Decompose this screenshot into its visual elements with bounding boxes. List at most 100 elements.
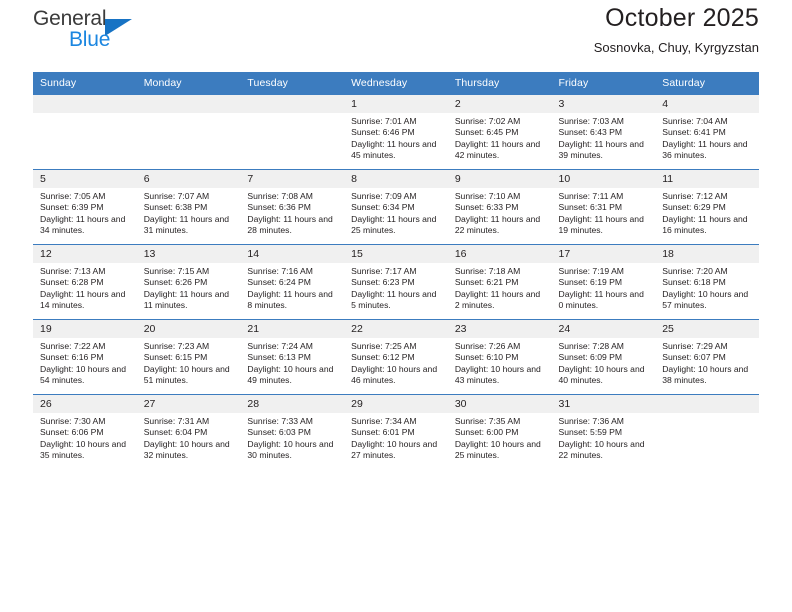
day-sun-info: Sunrise: 7:07 AM Sunset: 6:38 PM Daylight:… — [137, 188, 241, 237]
daylight-text: Daylight: 11 hours and 11 minutes. — [143, 288, 230, 311]
sunset-text: Sunset: 6:28 PM — [40, 277, 104, 288]
day-number: 22 — [344, 320, 448, 338]
day-cell-content — [240, 95, 345, 169]
day-number: 11 — [655, 170, 759, 188]
sunrise-text: Sunrise: 7:19 AM — [558, 266, 624, 276]
sunset-text: Sunset: 6:10 PM — [454, 352, 519, 363]
daylight-text: Daylight: 10 hours and 51 minutes. — [143, 363, 230, 386]
weekday-header-wednesday: Wednesday — [344, 72, 448, 95]
calendar-day-cell[interactable]: 26 Sunrise: 7:30 AM Sunset: 6:06 PM Dayligh… — [33, 394, 137, 469]
calendar-day-cell[interactable]: 25 Sunrise: 7:29 AM Sunset: 6:07 PM Dayligh… — [655, 319, 759, 395]
calendar-day-cell[interactable]: 16 Sunrise: 7:18 AM Sunset: 6:21 PM Dayligh… — [447, 244, 552, 320]
calendar-day-cell[interactable]: 17 Sunrise: 7:19 AM Sunset: 6:19 PM Dayligh… — [551, 244, 656, 320]
day-cell-content: 2 Sunrise: 7:02 AM Sunset: 6:45 PM Daylight… — [447, 95, 552, 169]
calendar-day-cell[interactable]: 21 Sunrise: 7:24 AM Sunset: 6:13 PM Dayligh… — [240, 319, 345, 395]
general-blue-logo[interactable]: General Blue — [33, 7, 173, 59]
day-cell-content: 30 Sunrise: 7:35 AM Sunset: 6:00 PM Dayligh… — [447, 395, 552, 469]
day-cell-content — [655, 395, 759, 469]
calendar-day-cell[interactable]: 1 Sunrise: 7:01 AM Sunset: 6:46 PM Daylight… — [344, 94, 448, 170]
day-sun-info: Sunrise: 7:11 AM Sunset: 6:31 PM Daylight:… — [552, 188, 656, 237]
sunrise-text: Sunrise: 7:11 AM — [558, 191, 624, 201]
calendar-day-cell[interactable]: 18 Sunrise: 7:20 AM Sunset: 6:18 PM Dayligh… — [655, 244, 759, 320]
sunset-text: Sunset: 6:16 PM — [40, 352, 104, 363]
calendar-day-cell[interactable]: 5 Sunrise: 7:05 AM Sunset: 6:39 PM Daylight… — [33, 169, 137, 245]
day-cell-content: 21 Sunrise: 7:24 AM Sunset: 6:13 PM Dayligh… — [240, 320, 345, 394]
day-cell-content: 27 Sunrise: 7:31 AM Sunset: 6:04 PM Dayligh… — [136, 395, 241, 469]
day-cell-content: 7 Sunrise: 7:08 AM Sunset: 6:36 PM Daylight… — [240, 170, 345, 244]
calendar-day-cell[interactable]: 11 Sunrise: 7:12 AM Sunset: 6:29 PM Dayligh… — [655, 169, 759, 245]
daylight-text: Daylight: 11 hours and 34 minutes. — [40, 213, 126, 236]
day-sun-info: Sunrise: 7:15 AM Sunset: 6:26 PM Daylight:… — [137, 263, 241, 312]
day-number: 7 — [240, 170, 345, 188]
day-cell-content: 11 Sunrise: 7:12 AM Sunset: 6:29 PM Dayligh… — [655, 170, 759, 244]
calendar-day-cell[interactable]: 15 Sunrise: 7:17 AM Sunset: 6:23 PM Dayligh… — [344, 244, 448, 320]
day-sun-info: Sunrise: 7:02 AM Sunset: 6:45 PM Daylight:… — [448, 113, 552, 162]
daylight-text: Daylight: 11 hours and 28 minutes. — [247, 213, 333, 236]
calendar-body: 1 Sunrise: 7:01 AM Sunset: 6:46 PM Daylight… — [33, 94, 759, 469]
calendar-day-cell[interactable]: 6 Sunrise: 7:07 AM Sunset: 6:38 PM Daylight… — [136, 169, 241, 245]
daylight-text: Daylight: 11 hours and 25 minutes. — [351, 213, 437, 236]
daylight-text: Daylight: 11 hours and 42 minutes. — [454, 138, 541, 161]
day-cell-content: 10 Sunrise: 7:11 AM Sunset: 6:31 PM Dayligh… — [551, 170, 656, 244]
sunrise-text: Sunrise: 7:07 AM — [143, 191, 210, 201]
calendar-day-cell[interactable]: 2 Sunrise: 7:02 AM Sunset: 6:45 PM Daylight… — [447, 94, 552, 170]
calendar-day-cell[interactable]: 19 Sunrise: 7:22 AM Sunset: 6:16 PM Dayligh… — [33, 319, 137, 395]
day-sun-info: Sunrise: 7:19 AM Sunset: 6:19 PM Daylight:… — [552, 263, 656, 312]
daylight-text: Daylight: 10 hours and 40 minutes. — [558, 363, 645, 386]
calendar-day-cell[interactable]: 14 Sunrise: 7:16 AM Sunset: 6:24 PM Dayligh… — [240, 244, 345, 320]
sunrise-text: Sunrise: 7:18 AM — [454, 266, 521, 276]
calendar-day-cell[interactable]: 10 Sunrise: 7:11 AM Sunset: 6:31 PM Dayligh… — [551, 169, 656, 245]
day-sun-info: Sunrise: 7:17 AM Sunset: 6:23 PM Daylight:… — [344, 263, 448, 312]
sunrise-text: Sunrise: 7:25 AM — [351, 341, 417, 351]
day-cell-content: 4 Sunrise: 7:04 AM Sunset: 6:41 PM Daylight… — [655, 95, 759, 169]
day-cell-content: 9 Sunrise: 7:10 AM Sunset: 6:33 PM Daylight… — [447, 170, 552, 244]
calendar-day-cell[interactable]: 3 Sunrise: 7:03 AM Sunset: 6:43 PM Daylight… — [551, 94, 656, 170]
calendar-day-cell[interactable]: 4 Sunrise: 7:04 AM Sunset: 6:41 PM Daylight… — [655, 94, 759, 170]
calendar-day-cell[interactable]: 27 Sunrise: 7:31 AM Sunset: 6:04 PM Dayligh… — [136, 394, 241, 469]
calendar-day-cell[interactable]: 22 Sunrise: 7:25 AM Sunset: 6:12 PM Dayligh… — [344, 319, 448, 395]
daylight-text: Daylight: 11 hours and 8 minutes. — [247, 288, 333, 311]
sunrise-text: Sunrise: 7:24 AM — [247, 341, 313, 351]
daylight-text: Daylight: 11 hours and 14 minutes. — [40, 288, 126, 311]
sunrise-text: Sunrise: 7:33 AM — [247, 416, 313, 426]
day-number: 6 — [136, 170, 241, 188]
day-number: 17 — [551, 245, 656, 263]
calendar-day-cell[interactable]: 30 Sunrise: 7:35 AM Sunset: 6:00 PM Dayligh… — [447, 394, 552, 469]
sunrise-text: Sunrise: 7:04 AM — [662, 116, 728, 126]
calendar-day-cell[interactable]: 13 Sunrise: 7:15 AM Sunset: 6:26 PM Dayligh… — [136, 244, 241, 320]
daylight-text: Daylight: 11 hours and 45 minutes. — [351, 138, 437, 161]
calendar-day-cell[interactable]: 7 Sunrise: 7:08 AM Sunset: 6:36 PM Daylight… — [240, 169, 345, 245]
sunrise-text: Sunrise: 7:01 AM — [351, 116, 417, 126]
weekday-header-sunday: Sunday — [33, 72, 137, 95]
sunrise-text: Sunrise: 7:02 AM — [454, 116, 521, 126]
day-sun-info: Sunrise: 7:09 AM Sunset: 6:34 PM Daylight:… — [344, 188, 448, 237]
daylight-text: Daylight: 11 hours and 36 minutes. — [662, 138, 748, 161]
sunset-text: Sunset: 6:41 PM — [662, 127, 726, 138]
daylight-text: Daylight: 10 hours and 30 minutes. — [247, 438, 334, 461]
calendar-day-cell[interactable]: 20 Sunrise: 7:23 AM Sunset: 6:15 PM Dayligh… — [136, 319, 241, 395]
calendar-week-row: 5 Sunrise: 7:05 AM Sunset: 6:39 PM Daylight… — [33, 169, 759, 245]
day-number: 18 — [655, 245, 759, 263]
calendar-day-cell[interactable]: 29 Sunrise: 7:34 AM Sunset: 6:01 PM Dayligh… — [344, 394, 448, 469]
day-sun-info: Sunrise: 7:04 AM Sunset: 6:41 PM Daylight:… — [655, 113, 759, 162]
calendar-day-cell[interactable]: 9 Sunrise: 7:10 AM Sunset: 6:33 PM Daylight… — [447, 169, 552, 245]
calendar-day-cell[interactable]: 28 Sunrise: 7:33 AM Sunset: 6:03 PM Dayligh… — [240, 394, 345, 469]
sunset-text: Sunset: 6:15 PM — [143, 352, 208, 363]
weekday-header-thursday: Thursday — [447, 72, 552, 95]
calendar-day-cell[interactable]: 23 Sunrise: 7:26 AM Sunset: 6:10 PM Dayligh… — [447, 319, 552, 395]
calendar-header-row: Sunday Monday Tuesday Wednesday Thursday… — [33, 72, 759, 95]
day-number: 9 — [447, 170, 552, 188]
day-sun-info: Sunrise: 7:10 AM Sunset: 6:33 PM Daylight:… — [448, 188, 552, 237]
calendar-day-cell[interactable]: 24 Sunrise: 7:28 AM Sunset: 6:09 PM Dayligh… — [551, 319, 656, 395]
calendar-day-cell[interactable]: 8 Sunrise: 7:09 AM Sunset: 6:34 PM Daylight… — [344, 169, 448, 245]
calendar-page: General Blue October 2025 Sosnovka, Chuy… — [0, 0, 792, 612]
day-number — [240, 95, 345, 113]
sunset-text: Sunset: 6:09 PM — [558, 352, 623, 363]
calendar-day-cell[interactable]: 12 Sunrise: 7:13 AM Sunset: 6:28 PM Dayligh… — [33, 244, 137, 320]
day-sun-info: Sunrise: 7:12 AM Sunset: 6:29 PM Daylight:… — [655, 188, 759, 237]
sunset-text: Sunset: 6:07 PM — [662, 352, 726, 363]
sunrise-text: Sunrise: 7:08 AM — [247, 191, 313, 201]
day-cell-content: 23 Sunrise: 7:26 AM Sunset: 6:10 PM Dayligh… — [447, 320, 552, 394]
day-sun-info: Sunrise: 7:30 AM Sunset: 6:06 PM Daylight:… — [33, 413, 137, 462]
calendar-day-cell[interactable]: 31 Sunrise: 7:36 AM Sunset: 5:59 PM Dayligh… — [551, 394, 656, 469]
